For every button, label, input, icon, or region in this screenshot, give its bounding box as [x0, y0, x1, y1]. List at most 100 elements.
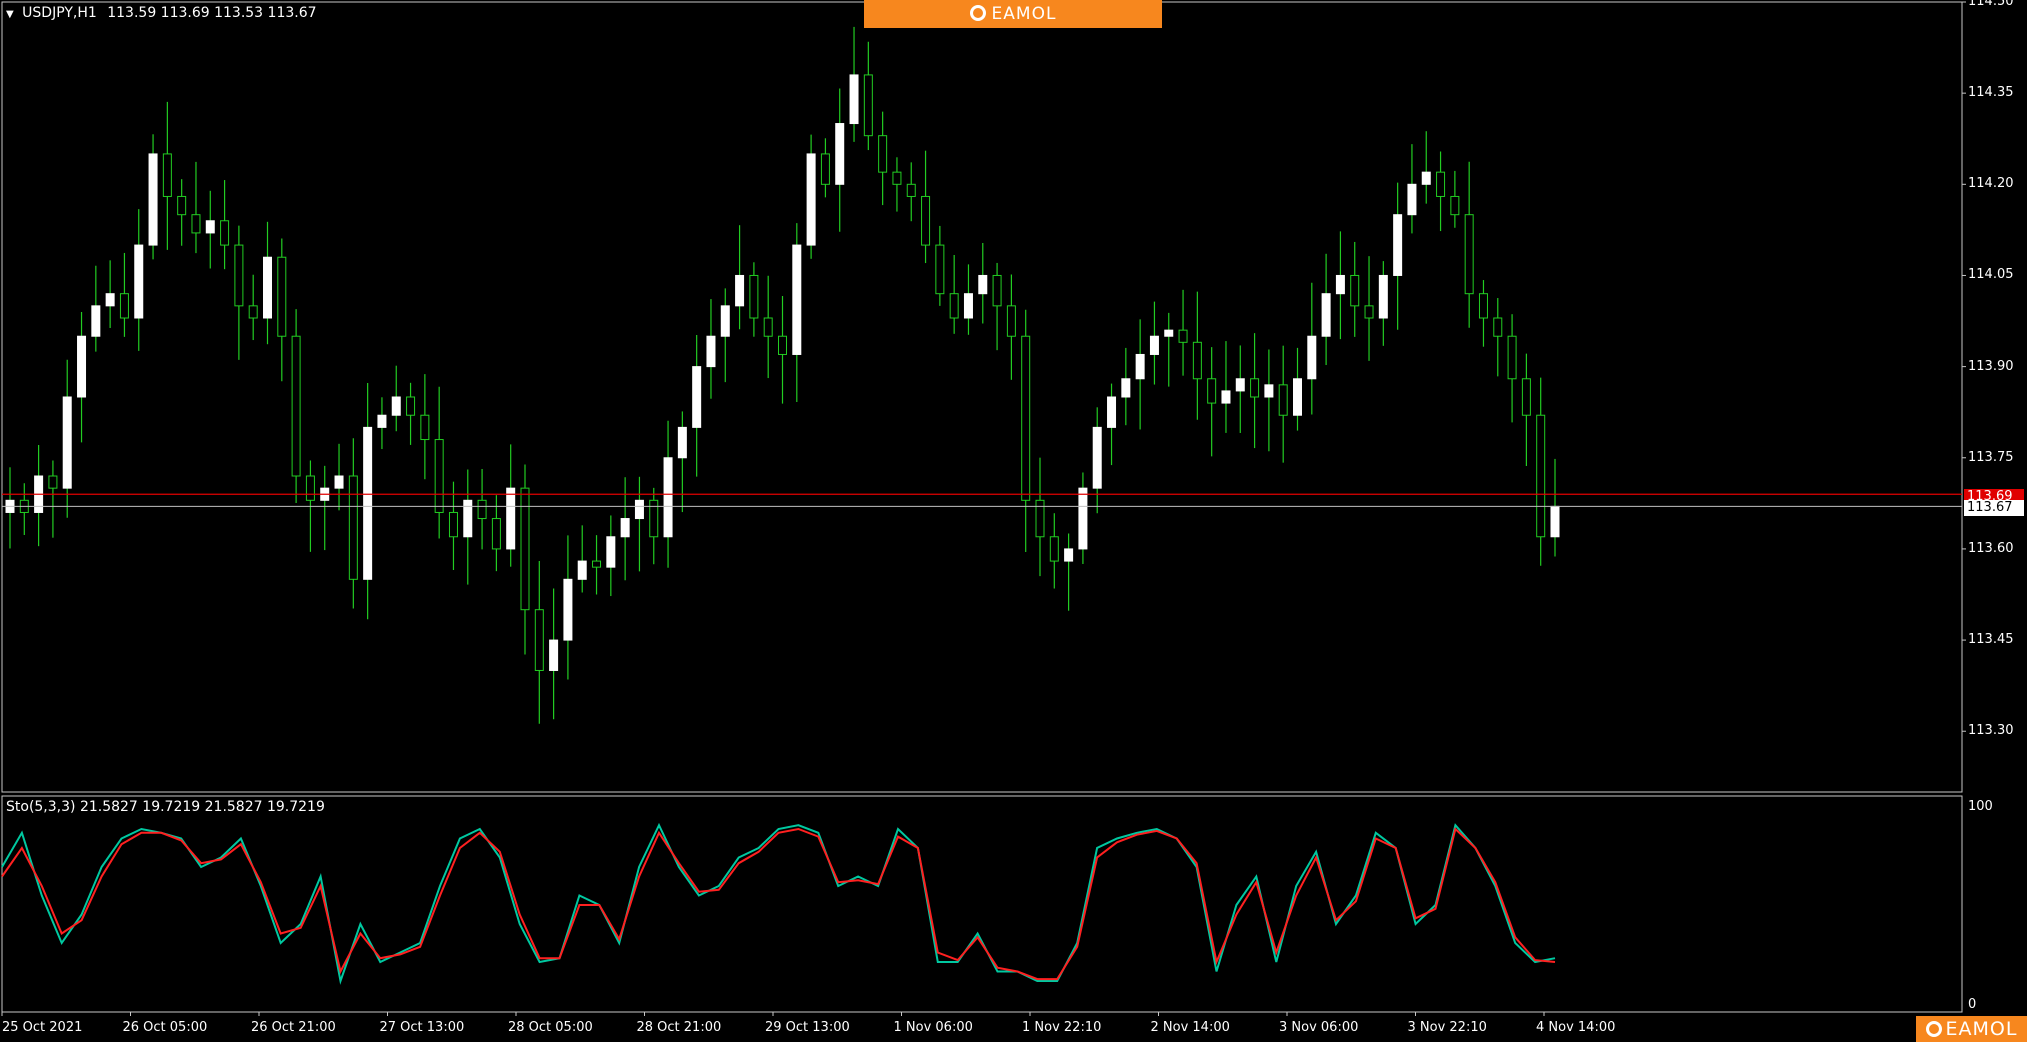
candle-body: [1293, 378, 1302, 416]
candle-body: [606, 536, 616, 568]
price-chart[interactable]: [0, 0, 2027, 1042]
candle-body: [1350, 274, 1360, 307]
eamol-watermark: EAMOL: [1916, 1016, 2027, 1042]
candle-body: [720, 305, 730, 337]
eamol-watermark-icon: [1925, 1021, 1942, 1037]
candle-body: [763, 317, 773, 337]
banner-brand: EAMOL: [991, 4, 1057, 24]
candle-body: [835, 123, 845, 185]
candle-body: [1335, 274, 1345, 295]
candle-body: [1107, 396, 1117, 428]
candle-body: [1493, 317, 1503, 337]
time-axis-label: 26 Oct 05:00: [122, 1020, 208, 1035]
candle-body: [1436, 171, 1446, 197]
candle-body: [48, 475, 58, 489]
candle-body: [277, 256, 287, 337]
candle-body: [162, 153, 172, 197]
candle-body: [792, 244, 802, 355]
candle-body: [935, 244, 945, 295]
candle-body: [592, 560, 602, 568]
candle-body: [1135, 353, 1145, 380]
candle-body: [1478, 293, 1488, 319]
candle-body: [334, 475, 344, 489]
candle-body: [263, 256, 272, 319]
price-axis-label: 113.30: [1968, 723, 2014, 739]
candle-body: [735, 274, 745, 307]
candle-body: [305, 475, 315, 501]
candle-body: [348, 475, 358, 580]
time-axis-label: 1 Nov 22:10: [1022, 1020, 1102, 1035]
candle-body: [1178, 329, 1188, 343]
candle-body: [1550, 505, 1560, 538]
candle-body: [963, 293, 973, 319]
candle-body: [1278, 384, 1288, 416]
candle-body: [248, 305, 258, 319]
candle-body: [1536, 414, 1546, 538]
candle-body: [921, 195, 931, 246]
candle-body: [1092, 426, 1102, 489]
candle-body: [1407, 183, 1417, 216]
stoch-panel-frame: [1, 795, 1963, 1013]
candle-body: [191, 214, 201, 234]
candle-body: [1078, 487, 1088, 550]
candle-body: [291, 335, 301, 477]
candle-body: [620, 518, 630, 538]
candle-body: [892, 171, 902, 185]
candle-body: [1393, 214, 1403, 276]
candle-body: [1464, 214, 1474, 295]
candle-body: [949, 293, 959, 319]
candle-body: [634, 499, 644, 520]
candle-body: [749, 274, 759, 319]
candle-body: [134, 244, 144, 319]
candle-body: [391, 396, 401, 416]
time-axis-label: 3 Nov 22:10: [1407, 1020, 1487, 1035]
candle-body: [119, 293, 129, 319]
eamol-banner: EAMOL: [864, 0, 1162, 28]
time-axis-label: 29 Oct 13:00: [765, 1020, 850, 1035]
candle-body: [434, 439, 444, 513]
candle-body: [177, 195, 187, 216]
time-axis-label: 3 Nov 06:00: [1279, 1020, 1359, 1035]
candle-body: [1049, 536, 1059, 562]
candle-body: [549, 639, 559, 671]
candle-body: [906, 183, 916, 197]
price-axis-label: 114.20: [1968, 176, 2014, 192]
candle-body: [1192, 341, 1202, 380]
price-axis-label: 114.35: [1968, 85, 2014, 101]
candle-body: [1207, 378, 1217, 404]
candle-body: [234, 244, 244, 307]
candle-body: [992, 274, 1002, 307]
candle-body: [1378, 274, 1388, 319]
price-axis-label: 113.45: [1968, 632, 2014, 648]
candle-body: [849, 74, 859, 125]
candle-body: [677, 426, 687, 459]
candle-body: [563, 578, 573, 641]
watermark-brand: EAMOL: [1945, 1018, 2018, 1040]
stoch-axis-max: 100: [1968, 799, 1993, 814]
candle-body: [220, 220, 230, 246]
candle-body: [1321, 293, 1331, 337]
candle-body: [77, 335, 87, 398]
candle-body: [491, 518, 501, 550]
bid-price-tag: 113.67: [1964, 500, 2024, 516]
candle-body: [577, 560, 587, 580]
candle-body: [863, 74, 873, 137]
price-axis-label: 113.75: [1968, 449, 2014, 465]
price-axis-label: 113.90: [1968, 358, 2014, 374]
candle-body: [1264, 384, 1274, 398]
candle-body: [1235, 378, 1245, 392]
candle-body: [477, 499, 487, 520]
candle-body: [1006, 305, 1016, 337]
candle-body: [806, 153, 816, 246]
candle-body: [448, 511, 458, 538]
candle-body: [534, 609, 544, 671]
candle-body: [1250, 378, 1260, 398]
candle-body: [420, 414, 430, 441]
candle-body: [649, 499, 659, 538]
price-axis-label: 113.60: [1968, 540, 2014, 556]
price-axis-label: 114.05: [1968, 267, 2014, 283]
candle-body: [820, 153, 830, 185]
candle-body: [1364, 305, 1374, 319]
dropdown-triangle-icon[interactable]: ▼: [6, 9, 14, 20]
candle-body: [1035, 499, 1045, 538]
